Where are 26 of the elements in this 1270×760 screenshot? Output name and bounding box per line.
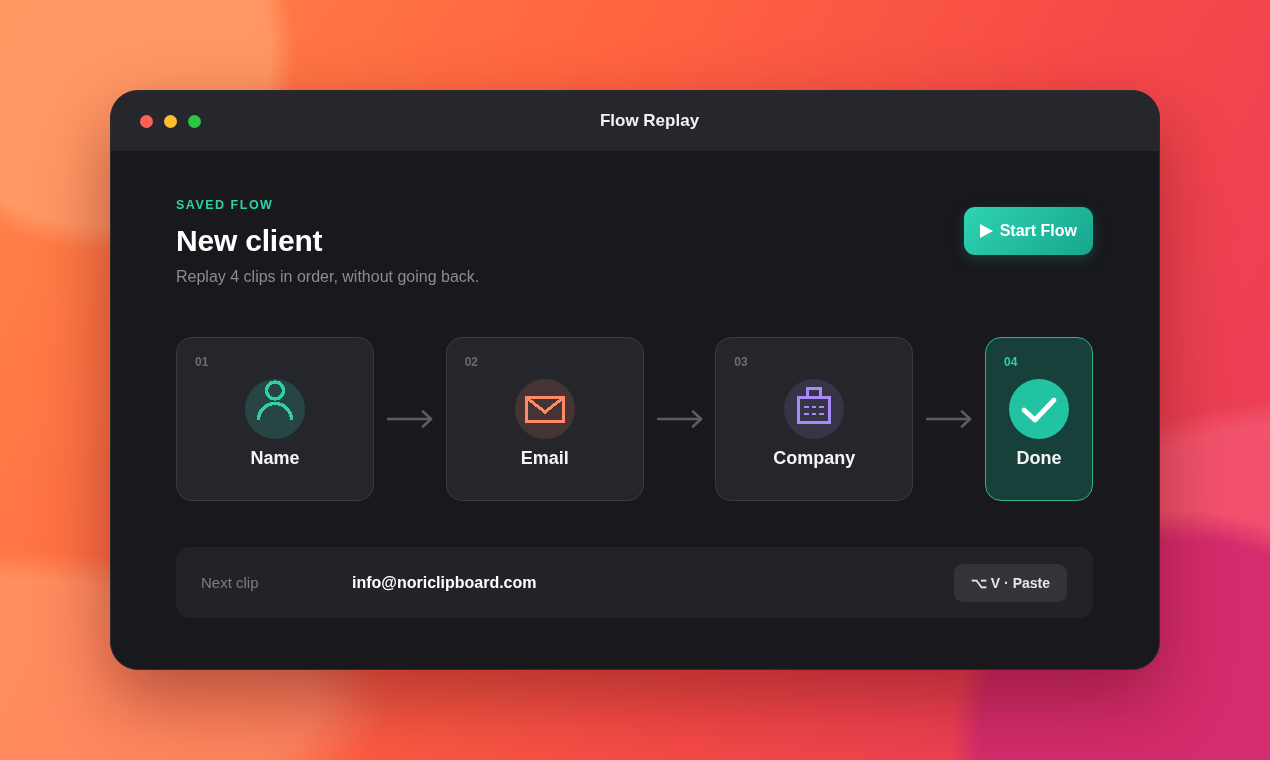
- flow-title: New client: [176, 223, 323, 259]
- step-label: Email: [520, 447, 569, 469]
- window-close-icon[interactable]: [140, 114, 153, 128]
- step-label: Name: [250, 447, 300, 469]
- step-label: Done: [1016, 447, 1062, 469]
- person-icon: [245, 379, 305, 439]
- eyebrow-label: SAVED FLOW: [176, 197, 274, 213]
- arrow-icon: [656, 410, 703, 428]
- arrow-icon: [926, 410, 973, 428]
- envelope-icon: [514, 379, 575, 439]
- arrow-icon: [386, 410, 433, 428]
- clip-value-text: info@noriclipboard.com: [352, 573, 537, 592]
- step-number: 04: [1004, 355, 1018, 369]
- paste-button[interactable]: ⌥ V · Paste: [953, 563, 1067, 602]
- step-number: 02: [464, 355, 479, 369]
- briefcase-icon: [784, 379, 845, 439]
- window-zoom-icon[interactable]: [188, 114, 201, 128]
- step-number: 01: [195, 355, 209, 369]
- step-number: 03: [734, 355, 748, 369]
- flow-subtitle: Replay 4 clips in order, without going back.: [176, 267, 480, 287]
- check-icon: [1009, 379, 1069, 439]
- step-label: Company: [773, 447, 856, 469]
- play-icon: [979, 224, 993, 238]
- window-minimize-icon[interactable]: [164, 114, 177, 128]
- next-clip-label: Next clip: [201, 574, 259, 591]
- window-title: Flow Replay: [599, 111, 700, 131]
